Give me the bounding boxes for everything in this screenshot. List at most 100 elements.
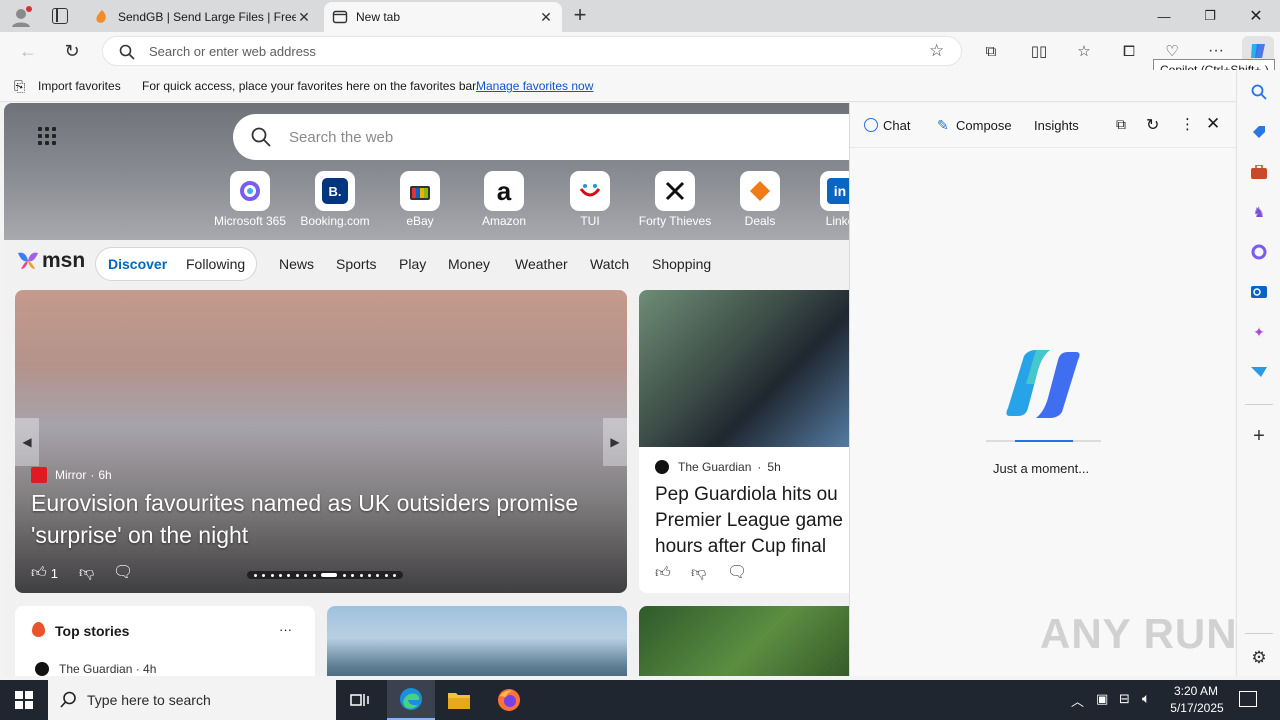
- new-tab-button[interactable]: +: [569, 4, 591, 26]
- search-icon[interactable]: [1249, 82, 1269, 102]
- dislike-icon[interactable]: 👎︎: [79, 564, 94, 582]
- network-icon[interactable]: ⊟: [1119, 691, 1130, 707]
- designer-icon[interactable]: ✦: [1249, 322, 1269, 342]
- comment-off-icon[interactable]: 🗨︎: [727, 562, 747, 582]
- shopping-tag-icon[interactable]: [1249, 122, 1269, 142]
- more-options-icon[interactable]: ···: [279, 622, 292, 637]
- search-icon: [60, 691, 76, 708]
- tab-following[interactable]: Following: [186, 256, 245, 272]
- microsoft-365-icon[interactable]: [1249, 242, 1269, 262]
- tools-icon[interactable]: [1249, 162, 1269, 182]
- close-tab-icon[interactable]: ✕: [296, 9, 312, 26]
- quick-link-label: Microsoft 365: [213, 214, 287, 228]
- refresh-icon[interactable]: ↻: [1146, 115, 1159, 135]
- booking-icon: B.: [315, 171, 355, 211]
- quick-link-deals[interactable]: Deals: [718, 171, 802, 228]
- quick-link-label: eBay: [406, 214, 434, 228]
- tab-discover[interactable]: Discover: [108, 256, 167, 272]
- quick-link-microsoft-365[interactable]: Microsoft 365: [208, 171, 292, 228]
- like-button[interactable]: 👍︎ 1: [31, 564, 58, 582]
- tray-chevron-icon[interactable]: ︿: [1071, 691, 1084, 710]
- thumbs-up-icon[interactable]: 👍︎: [655, 564, 671, 582]
- quick-link-linkedin[interactable]: in Linke: [798, 171, 849, 228]
- web-search-box[interactable]: Search the web: [233, 114, 849, 160]
- story-headline[interactable]: Eurovision favourites named as UK outsid…: [31, 487, 613, 551]
- profile-avatar[interactable]: [10, 6, 32, 28]
- carousel-next-button[interactable]: ▶: [603, 418, 627, 466]
- quick-link-amazon[interactable]: a Amazon: [462, 171, 546, 228]
- close-tab-icon[interactable]: ✕: [538, 9, 554, 26]
- tab-sendgb[interactable]: SendGB | Send Large Files | Free f ✕: [86, 2, 320, 32]
- more-options-icon[interactable]: ⋮: [1180, 115, 1195, 133]
- tab-insights[interactable]: Insights: [1034, 118, 1079, 133]
- hero-background: Search the web Microsoft 365 B. Booking.…: [4, 103, 849, 240]
- quick-link-label: TUI: [580, 214, 600, 228]
- tab-chat[interactable]: Chat: [883, 118, 910, 133]
- story-image-card[interactable]: [639, 606, 849, 676]
- main-story-card[interactable]: ◀ ▶ Mirror · 6h Eurovision favourites na…: [15, 290, 627, 593]
- nav-shopping[interactable]: Shopping: [652, 256, 711, 272]
- app-launcher-icon[interactable]: [38, 127, 58, 147]
- volume-icon[interactable]: 🔈︎: [1142, 690, 1150, 707]
- close-pane-icon[interactable]: ✕: [1206, 114, 1220, 134]
- story-headline[interactable]: Pep Guardiola hits ou Premier League gam…: [655, 482, 849, 560]
- extensions-icon[interactable]: ⧉: [978, 39, 1004, 63]
- edge-taskbar-icon[interactable]: [387, 680, 435, 720]
- quick-link-booking[interactable]: B. Booking.com: [293, 171, 377, 228]
- minimize-button[interactable]: —: [1141, 0, 1187, 32]
- favorites-icon[interactable]: ☆: [1071, 39, 1097, 63]
- import-favorites-button[interactable]: Import favorites: [38, 79, 121, 93]
- tab-compose[interactable]: Compose: [956, 118, 1012, 133]
- quick-link-label: Forty Thieves: [638, 214, 712, 228]
- nav-watch[interactable]: Watch: [590, 256, 629, 272]
- manage-favorites-link[interactable]: Manage favorites now: [476, 79, 593, 93]
- drop-icon[interactable]: [1249, 362, 1269, 382]
- nav-news[interactable]: News: [279, 256, 314, 272]
- split-screen-icon[interactable]: ▯▯: [1026, 39, 1052, 63]
- copilot-logo-icon: [1006, 350, 1080, 418]
- nav-weather[interactable]: Weather: [515, 256, 568, 272]
- quick-link-tui[interactable]: TUI: [548, 171, 632, 228]
- search-icon: [119, 44, 135, 60]
- outlook-icon[interactable]: [1249, 282, 1269, 302]
- nav-money[interactable]: Money: [448, 256, 490, 272]
- file-explorer-icon[interactable]: [435, 680, 483, 720]
- dislike-icon[interactable]: 👎︎: [691, 564, 706, 582]
- carousel-prev-button[interactable]: ◀: [15, 418, 39, 466]
- taskbar-search[interactable]: Type here to search: [48, 680, 336, 720]
- comment-icon[interactable]: 🗨︎: [113, 562, 133, 582]
- nav-play[interactable]: Play: [399, 256, 426, 272]
- quick-link-label: Booking.com: [300, 214, 370, 228]
- address-bar[interactable]: Search or enter web address ☆: [102, 36, 962, 66]
- collections-icon[interactable]: ⧠: [1116, 39, 1142, 63]
- clock-time[interactable]: 3:20 AM: [1172, 684, 1220, 698]
- quick-link-ebay[interactable]: eBay: [378, 171, 462, 228]
- nav-sports[interactable]: Sports: [336, 256, 376, 272]
- tab-title: New tab: [356, 10, 401, 24]
- msn-logo[interactable]: msn: [16, 249, 85, 273]
- favorite-star-icon[interactable]: ☆: [929, 41, 944, 61]
- refresh-button[interactable]: ↻: [59, 39, 85, 63]
- clock-date[interactable]: 5/17/2025: [1166, 701, 1228, 715]
- games-icon[interactable]: ♞: [1249, 202, 1269, 222]
- close-window-button[interactable]: ✕: [1233, 0, 1279, 32]
- start-button[interactable]: [0, 680, 48, 720]
- story-image-card[interactable]: [327, 606, 627, 676]
- add-icon[interactable]: +: [1249, 425, 1269, 447]
- story-source: The Guardian · 4h: [59, 662, 157, 676]
- open-in-new-icon[interactable]: ⧉: [1116, 116, 1126, 133]
- notifications-icon[interactable]: [1239, 691, 1257, 707]
- tray-device-icon[interactable]: ▣: [1096, 691, 1108, 707]
- tab-actions-icon[interactable]: [52, 8, 68, 24]
- address-placeholder: Search or enter web address: [149, 44, 316, 59]
- sidebar-settings-icon[interactable]: ⚙: [1249, 648, 1269, 668]
- tab-new-tab[interactable]: New tab ✕: [324, 2, 562, 32]
- restore-button[interactable]: ❐: [1187, 0, 1233, 32]
- tab-strip: SendGB | Send Large Files | Free f ✕ New…: [0, 0, 1280, 32]
- firefox-icon[interactable]: [485, 680, 533, 720]
- task-view-icon[interactable]: [336, 680, 384, 720]
- quick-link-forty-thieves[interactable]: Forty Thieves: [633, 171, 717, 228]
- back-button[interactable]: ←: [15, 39, 41, 63]
- import-favorites-icon[interactable]: ⎘: [14, 78, 25, 95]
- side-story-card[interactable]: The Guardian · 5h Pep Guardiola hits ou …: [639, 290, 849, 593]
